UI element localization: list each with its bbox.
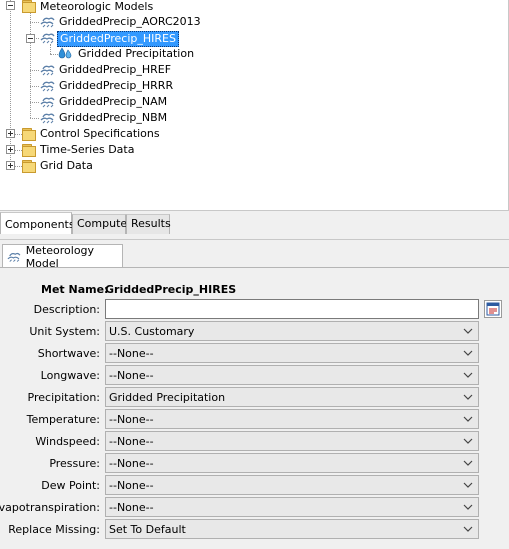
- chevron-down-icon: [463, 438, 473, 444]
- tree-item-met-model[interactable]: GriddedPrecip_HIRES: [57, 31, 179, 47]
- tree-connector: [50, 44, 51, 54]
- dropdown-value: --None--: [109, 435, 154, 448]
- field-label: Pressure:: [49, 457, 100, 470]
- tree-item-met-model[interactable]: GriddedPrecip_HREF: [57, 63, 173, 77]
- field-dropdown[interactable]: Set To Default: [105, 519, 479, 539]
- chevron-down-icon: [463, 460, 473, 466]
- tree-connector: [10, 0, 11, 166]
- collapse-icon[interactable]: [6, 1, 15, 10]
- field-label: Shortwave:: [37, 347, 100, 360]
- field-dropdown[interactable]: --None--: [105, 475, 479, 495]
- meteorologic-model-icon: [40, 65, 55, 76]
- field-dropdown[interactable]: --None--: [105, 431, 479, 451]
- precipitation-drops-icon: [58, 47, 72, 59]
- tab-results[interactable]: Results: [126, 214, 171, 235]
- expand-icon[interactable]: [6, 161, 15, 170]
- field-label: Temperature:: [26, 413, 100, 426]
- chevron-down-icon: [463, 526, 473, 532]
- chevron-down-icon: [463, 372, 473, 378]
- dropdown-value: --None--: [109, 501, 154, 514]
- tree-connector: [50, 54, 58, 55]
- folder-icon: [22, 0, 36, 13]
- expand-icon[interactable]: [6, 129, 15, 138]
- dropdown-value: --None--: [109, 457, 154, 470]
- dropdown-value: --None--: [109, 413, 154, 426]
- folder-icon: [22, 128, 36, 141]
- expand-icon[interactable]: [6, 145, 15, 154]
- field-label: Precipitation:: [27, 391, 100, 404]
- tree-item-met-model[interactable]: GriddedPrecip_NAM: [57, 95, 169, 109]
- field-dropdown[interactable]: Gridded Precipitation: [105, 387, 479, 407]
- dropdown-value: --None--: [109, 369, 154, 382]
- tree-connector: [14, 134, 22, 135]
- field-label: Dew Point:: [41, 479, 100, 492]
- meteorologic-model-icon: [7, 252, 21, 262]
- tree-item-gridded-precipitation[interactable]: Gridded Precipitation: [76, 47, 196, 61]
- explorer-tabbar: Components Compute Results: [0, 210, 509, 235]
- dropdown-value: U.S. Customary: [109, 325, 195, 338]
- dropdown-value: Gridded Precipitation: [109, 391, 226, 404]
- field-dropdown[interactable]: U.S. Customary: [105, 321, 479, 341]
- folder-icon: [22, 144, 36, 157]
- chevron-down-icon: [463, 504, 473, 510]
- tab-compute[interactable]: Compute: [72, 214, 127, 235]
- description-label: Description:: [33, 303, 100, 316]
- tab-meteorology-model[interactable]: Meteorology Model: [2, 243, 123, 270]
- meteorologic-model-icon: [40, 81, 55, 92]
- met-name-label: Met Name:: [41, 283, 109, 296]
- editor-tab-label: Meteorology Model: [25, 243, 95, 270]
- tree-item-time-series-data[interactable]: Time-Series Data: [38, 143, 136, 157]
- tree-item-met-model[interactable]: GriddedPrecip_AORC2013: [57, 15, 203, 29]
- tree-connector: [14, 150, 22, 151]
- meteorologic-model-icon: [40, 17, 55, 28]
- divider: [0, 267, 509, 268]
- field-dropdown[interactable]: --None--: [105, 409, 479, 429]
- tree-item-met-model[interactable]: GriddedPrecip_NBM: [57, 111, 169, 125]
- component-editor: Meteorology Model Met Name: GriddedPreci…: [0, 240, 509, 549]
- field-label: Longwave:: [40, 369, 100, 382]
- dropdown-value: --None--: [109, 347, 154, 360]
- meteorologic-model-icon: [40, 33, 55, 44]
- tree-item-control-specifications[interactable]: Control Specifications: [38, 127, 162, 141]
- chevron-down-icon: [463, 328, 473, 334]
- tree-connector: [14, 166, 22, 167]
- tab-components[interactable]: Components: [0, 212, 75, 235]
- field-label: Windspeed:: [35, 435, 100, 448]
- chevron-down-icon: [463, 482, 473, 488]
- tree-connector: [30, 118, 39, 119]
- meteorologic-model-icon: [40, 97, 55, 108]
- field-dropdown[interactable]: --None--: [105, 453, 479, 473]
- dropdown-value: --None--: [109, 479, 154, 492]
- field-label: Replace Missing:: [8, 523, 100, 536]
- folder-icon: [22, 160, 36, 173]
- met-name-value: GriddedPrecip_HIRES: [105, 283, 237, 296]
- field-dropdown[interactable]: --None--: [105, 343, 479, 363]
- edit-description-icon[interactable]: [484, 300, 502, 318]
- tree-connector: [30, 70, 39, 71]
- tree-connector: [30, 22, 39, 23]
- field-label: Unit System:: [29, 325, 100, 338]
- watershed-explorer-tree: Meteorologic Models GriddedPrecip_AORC20…: [0, 0, 509, 210]
- tree-connector: [30, 86, 39, 87]
- meteorologic-model-icon: [40, 113, 55, 124]
- chevron-down-icon: [463, 350, 473, 356]
- field-dropdown[interactable]: --None--: [105, 497, 479, 517]
- description-field[interactable]: [105, 299, 479, 319]
- tree-item-meteorologic-models[interactable]: Meteorologic Models: [38, 0, 155, 14]
- chevron-down-icon: [463, 394, 473, 400]
- collapse-icon[interactable]: [26, 34, 35, 43]
- tree-item-met-model[interactable]: GriddedPrecip_HRRR: [57, 79, 175, 93]
- chevron-down-icon: [463, 416, 473, 422]
- field-label: Evapotranspiration:: [0, 501, 100, 514]
- field-dropdown[interactable]: --None--: [105, 365, 479, 385]
- tree-connector: [30, 102, 39, 103]
- tree-item-grid-data[interactable]: Grid Data: [38, 159, 95, 173]
- dropdown-value: Set To Default: [109, 523, 186, 536]
